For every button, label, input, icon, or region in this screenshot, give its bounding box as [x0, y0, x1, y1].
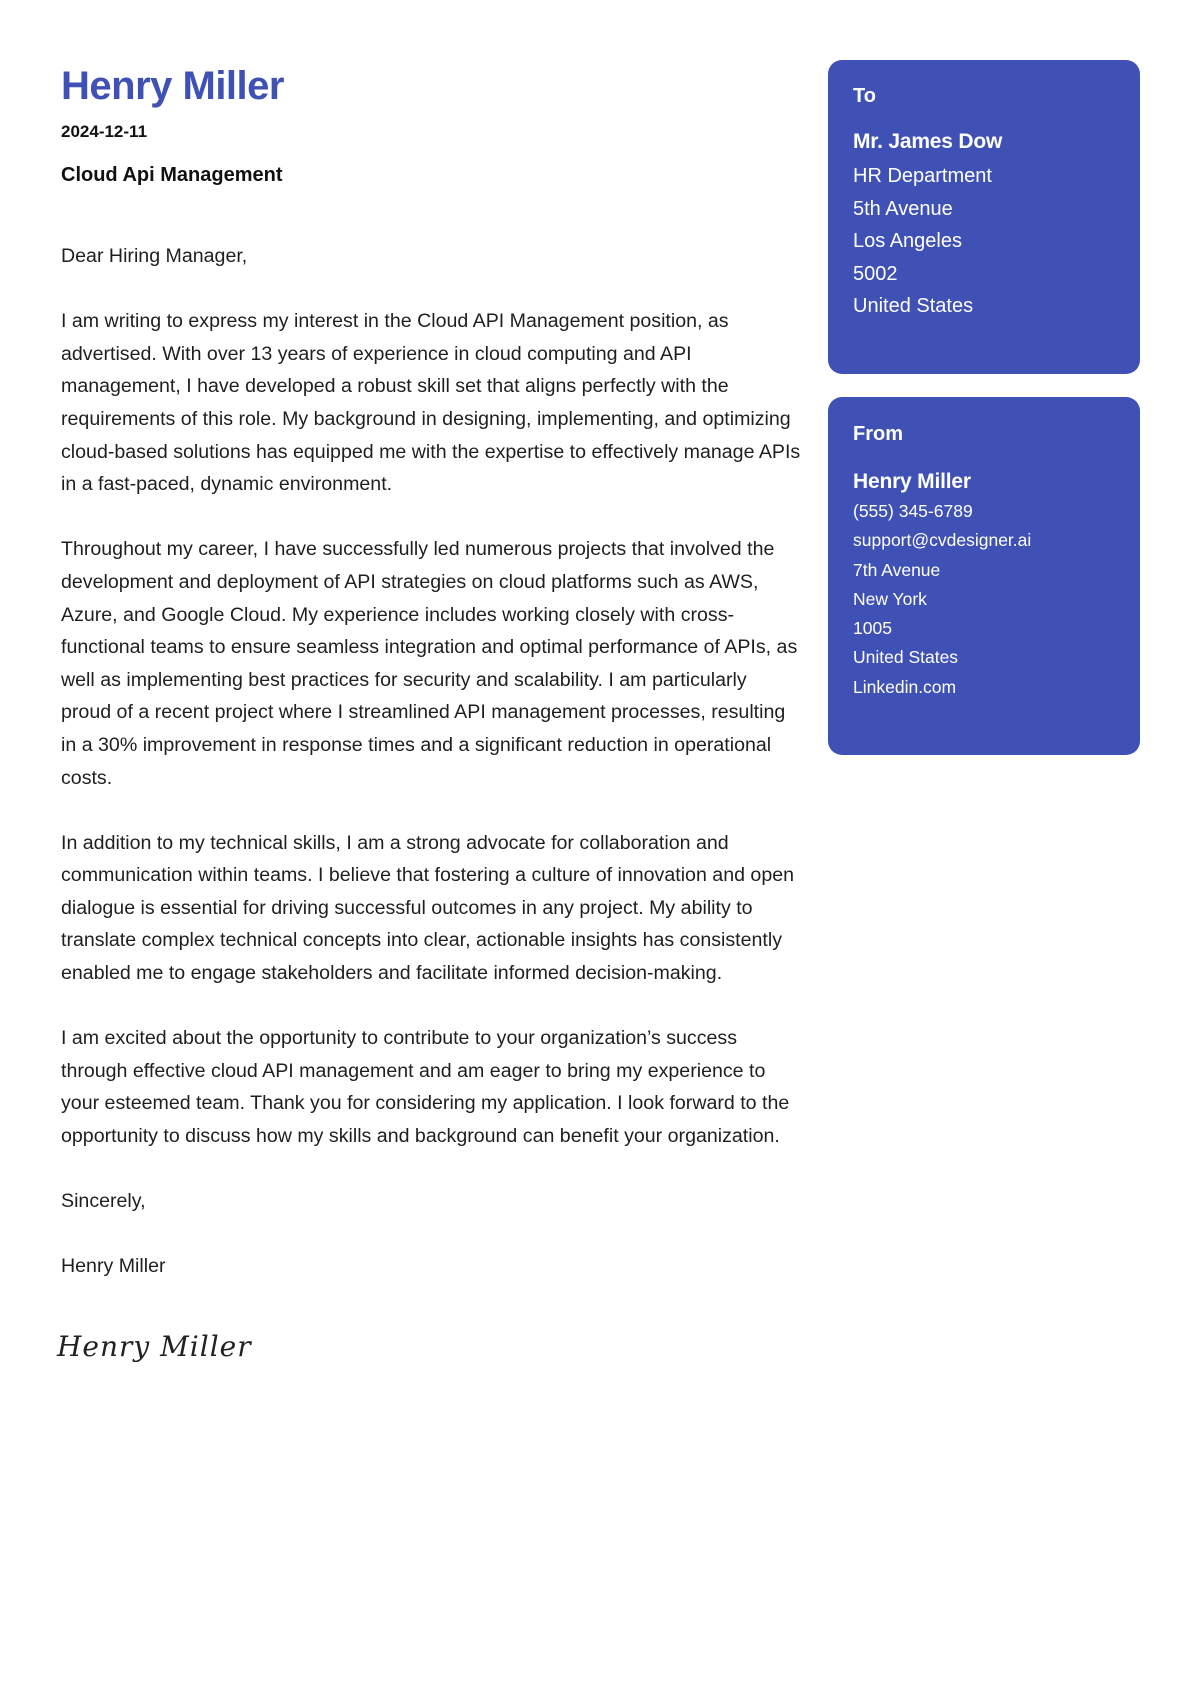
sender-name: Henry Miller [853, 470, 971, 493]
sender-email[interactable]: support@cvdesigner.ai [853, 526, 1031, 555]
sender-street: 7th Avenue [853, 559, 941, 580]
sender-phone: (555) 345-6789 [853, 501, 973, 521]
recipient-card: To Mr. James Dow HR Department 5th Avenu… [828, 60, 1140, 374]
letter-date: 2024-12-11 [61, 122, 148, 141]
paragraph: I am writing to express my interest in t… [61, 310, 801, 496]
sender-label: From [853, 423, 903, 445]
closing: Sincerely, [61, 1190, 146, 1213]
recipient-country: United States [853, 295, 974, 318]
paragraph: In addition to my technical skills, I am… [61, 831, 795, 985]
letter-body: Dear Hiring Manager, I am writing to exp… [61, 240, 801, 1316]
recipient-address: HR Department 5th Avenue Los Angeles 500… [853, 160, 992, 323]
closing-name: Henry Miller [61, 1255, 166, 1278]
recipient-label: To [853, 85, 876, 107]
sender-country: United States [853, 647, 959, 668]
recipient-street: 5th Avenue [853, 197, 953, 220]
sender-contact: (555) 345-6789 support@cvdesigner.ai 7th… [853, 497, 1031, 702]
paragraph: I am excited about the opportunity to co… [61, 1027, 790, 1148]
recipient-department: HR Department [853, 165, 992, 187]
sender-postal-code: 1005 [853, 618, 892, 639]
letter-subject: Cloud Api Management [61, 164, 283, 186]
sender-city: New York [853, 588, 927, 609]
recipient-name: Mr. James Dow [853, 130, 1003, 153]
sender-linkedin[interactable]: Linkedin.com [853, 673, 1031, 702]
paragraph: Throughout my career, I have successfull… [61, 538, 798, 789]
greeting: Dear Hiring Manager, [61, 245, 248, 267]
sender-card: From Henry Miller (555) 345-6789 support… [828, 397, 1140, 755]
sender-name-heading: Henry Miller [61, 64, 284, 108]
recipient-postal-code: 5002 [853, 262, 898, 285]
signature: Henry Miller [57, 1330, 252, 1363]
recipient-city: Los Angeles [853, 230, 962, 253]
